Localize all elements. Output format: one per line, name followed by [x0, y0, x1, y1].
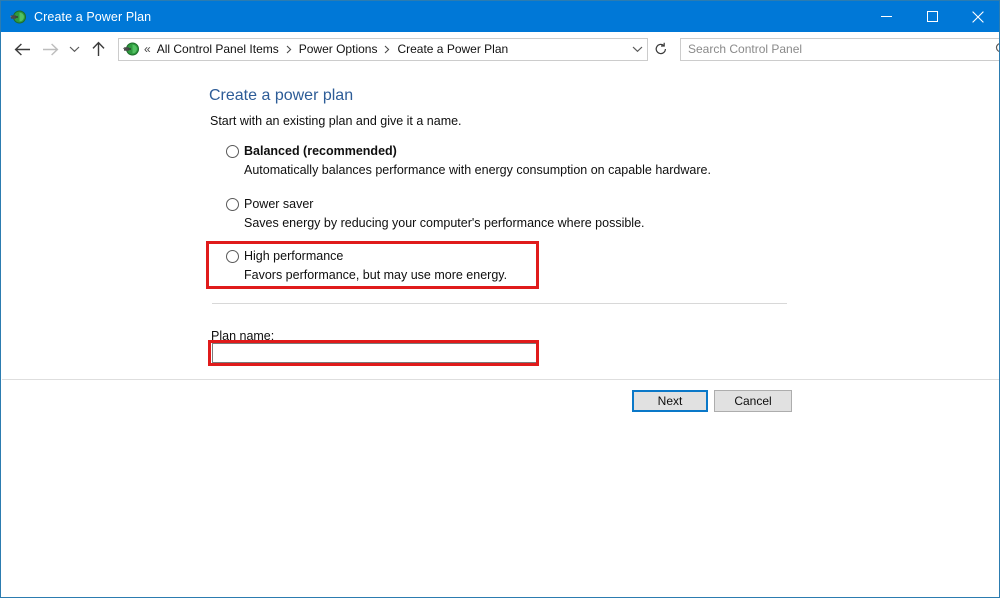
plan-option-row[interactable]: High performance — [226, 248, 507, 264]
breadcrumb-overflow[interactable]: « — [144, 42, 151, 56]
navigation-bar: « All Control Panel Items Power Options … — [2, 32, 999, 66]
next-button[interactable]: Next — [632, 390, 708, 412]
breadcrumb-separator[interactable] — [286, 45, 292, 54]
plan-option-power-saver[interactable]: Power saver Saves energy by reducing you… — [226, 196, 645, 231]
plan-option-label: Power saver — [244, 197, 314, 211]
search-icon[interactable] — [991, 42, 999, 56]
breadcrumb-item-power-options[interactable]: Power Options — [299, 42, 378, 56]
plan-option-balanced[interactable]: Balanced (recommended) Automatically bal… — [226, 143, 711, 178]
back-button[interactable] — [8, 32, 36, 66]
breadcrumb-item-create-a-power-plan[interactable]: Create a Power Plan — [397, 42, 508, 56]
search-input[interactable]: Search Control Panel — [688, 42, 991, 56]
search-box[interactable]: Search Control Panel — [680, 37, 999, 61]
plan-option-label: High performance — [244, 249, 344, 263]
recent-locations-button[interactable] — [64, 32, 84, 66]
chevron-down-icon — [69, 46, 79, 53]
content-area: Create a power plan Start with an existi… — [2, 67, 999, 379]
refresh-button[interactable] — [650, 38, 672, 61]
plan-option-label: Balanced (recommended) — [244, 144, 397, 158]
minimize-icon — [880, 16, 892, 17]
minimize-button[interactable] — [863, 1, 909, 32]
window-title: Create a Power Plan — [34, 9, 152, 24]
radio-balanced[interactable] — [226, 145, 239, 158]
radio-power-saver[interactable] — [226, 198, 239, 211]
chevron-right-icon — [385, 45, 390, 53]
address-dropdown-button[interactable] — [627, 39, 647, 60]
plan-option-description: Favors performance, but may use more ene… — [244, 268, 508, 282]
forward-button[interactable] — [36, 32, 64, 66]
plan-name-input[interactable] — [212, 343, 538, 363]
close-button[interactable] — [955, 1, 999, 32]
arrow-up-icon — [91, 41, 105, 56]
section-divider — [212, 303, 787, 304]
plan-name-label: Plan name: — [211, 329, 275, 343]
page-title: Create a power plan — [209, 87, 354, 104]
arrow-right-icon — [42, 42, 58, 56]
maximize-button[interactable] — [909, 1, 955, 32]
radio-high-performance[interactable] — [226, 250, 239, 263]
plan-option-description: Automatically balances performance with … — [244, 163, 711, 177]
address-bar[interactable]: « All Control Panel Items Power Options … — [118, 37, 648, 61]
breadcrumb-separator[interactable] — [384, 45, 390, 54]
power-plug-icon — [10, 10, 26, 23]
arrow-left-icon — [14, 42, 30, 56]
plan-option-row[interactable]: Power saver — [226, 196, 645, 212]
power-plug-icon — [123, 42, 139, 56]
title-bar[interactable]: Create a Power Plan — [1, 1, 999, 32]
refresh-icon — [655, 42, 666, 55]
breadcrumb-item-all-control-panel-items[interactable]: All Control Panel Items — [157, 42, 279, 56]
magnifier-icon — [995, 43, 999, 53]
plan-option-row[interactable]: Balanced (recommended) — [226, 143, 711, 159]
chevron-right-icon — [286, 45, 292, 53]
create-power-plan-window: Create a Power Plan « All Control Panel … — [0, 0, 1000, 598]
maximize-icon — [926, 11, 938, 22]
cancel-button[interactable]: Cancel — [714, 390, 792, 412]
up-button[interactable] — [84, 32, 112, 66]
plan-option-description: Saves energy by reducing your computer's… — [244, 216, 645, 230]
chevron-down-icon — [632, 46, 642, 53]
plan-option-high-performance[interactable]: High performance Favors performance, but… — [226, 248, 507, 283]
page-subtitle: Start with an existing plan and give it … — [210, 114, 462, 128]
footer-bar: Next Cancel — [2, 380, 999, 424]
close-icon — [972, 10, 984, 23]
